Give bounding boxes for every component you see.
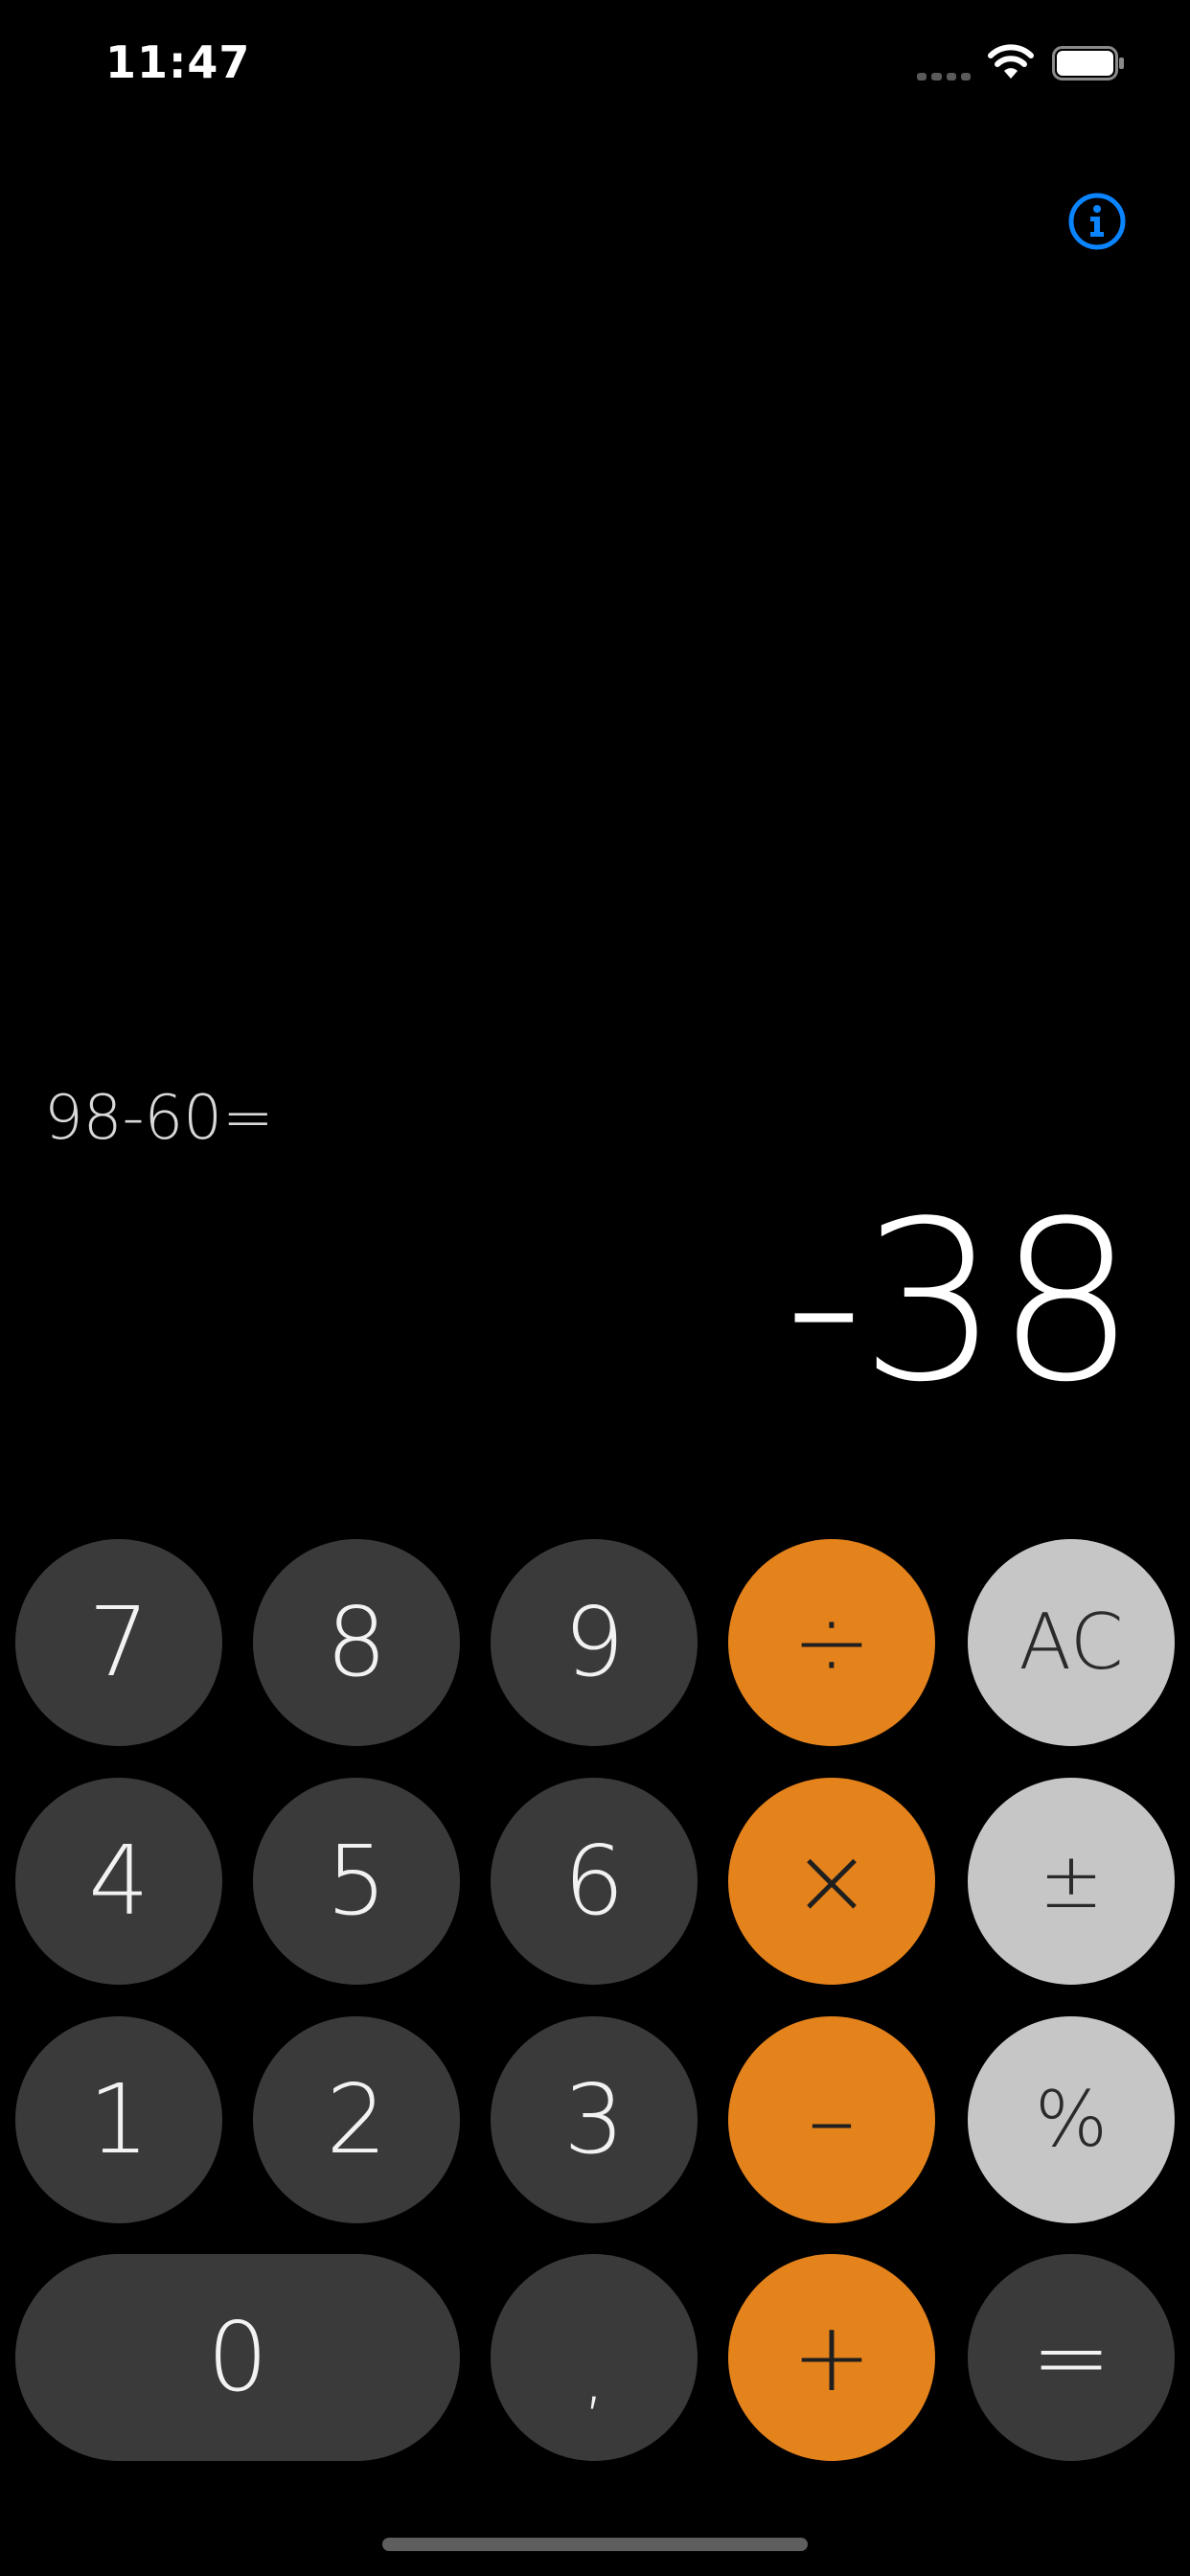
key-9[interactable]: 9 (491, 1539, 698, 1746)
key-1[interactable]: 1 (15, 2016, 222, 2223)
multiply-button[interactable]: × (728, 1778, 935, 1985)
home-indicator[interactable] (382, 2538, 808, 2551)
decimal-comma-button[interactable]: , (491, 2254, 698, 2461)
key-4[interactable]: 4 (15, 1778, 222, 1985)
key-7[interactable]: 7 (15, 1539, 222, 1746)
subtract-button[interactable]: – (728, 2016, 935, 2223)
result-display: -38 (784, 1175, 1136, 1431)
key-6[interactable]: 6 (491, 1778, 698, 1985)
signal-dots-icon (917, 73, 971, 80)
plus-minus-button[interactable]: ± (968, 1778, 1175, 1985)
add-button[interactable]: + (728, 2254, 935, 2461)
status-time: 11:47 (105, 36, 251, 88)
key-5[interactable]: 5 (253, 1778, 460, 1985)
percent-button[interactable]: % (968, 2016, 1175, 2223)
battery-icon (1052, 46, 1124, 80)
expression-display: 98-60= (44, 1083, 274, 1154)
key-0[interactable]: 0 (15, 2254, 460, 2461)
divide-button[interactable]: ÷ (728, 1539, 935, 1746)
key-2[interactable]: 2 (253, 2016, 460, 2223)
all-clear-button[interactable]: AC (968, 1539, 1175, 1746)
equals-button[interactable]: = (968, 2254, 1175, 2461)
info-icon[interactable] (1067, 192, 1127, 251)
key-8[interactable]: 8 (253, 1539, 460, 1746)
key-3[interactable]: 3 (491, 2016, 698, 2223)
wifi-icon (988, 44, 1034, 79)
